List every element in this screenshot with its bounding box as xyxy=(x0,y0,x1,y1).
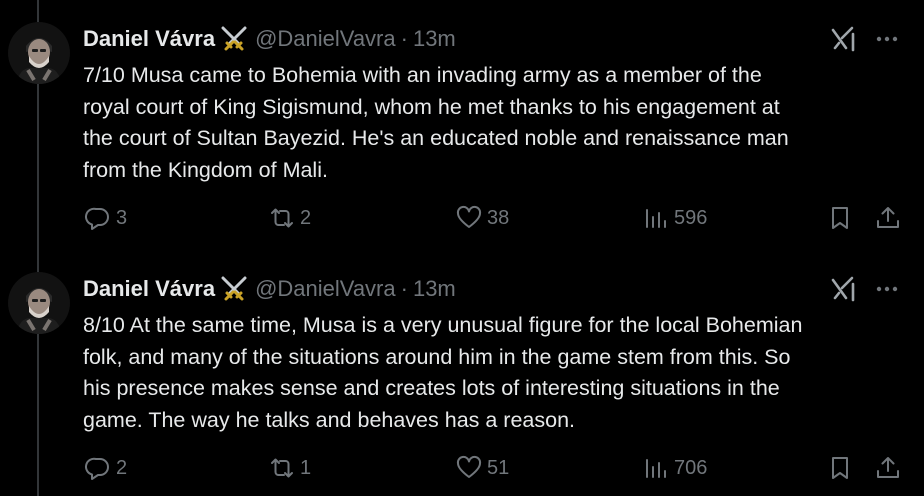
author-handle[interactable]: @DanielVavra xyxy=(255,26,396,52)
crossed-swords-icon xyxy=(219,276,249,302)
views-icon xyxy=(646,459,666,478)
like-button[interactable]: 38 xyxy=(455,200,509,236)
like-button[interactable]: 51 xyxy=(455,450,509,486)
share-icon xyxy=(877,207,899,228)
repost-icon xyxy=(271,208,293,228)
avatar[interactable] xyxy=(8,22,70,84)
tweet[interactable]: Daniel Vávra @DanielVavra · 13m 8/10 At … xyxy=(0,250,924,496)
bookmark-button[interactable] xyxy=(826,450,858,486)
avatar[interactable] xyxy=(8,272,70,334)
grok-icon[interactable] xyxy=(828,274,860,304)
crossed-swords-icon xyxy=(219,26,249,52)
tweet-header: Daniel Vávra @DanielVavra · 13m xyxy=(83,25,456,53)
repost-count: 2 xyxy=(300,206,312,229)
views-icon xyxy=(646,209,666,228)
views-button[interactable]: 706 xyxy=(642,450,707,486)
repost-count: 1 xyxy=(300,456,312,479)
more-icon[interactable] xyxy=(872,278,902,300)
timestamp[interactable]: 13m xyxy=(413,26,456,52)
repost-icon xyxy=(271,458,293,478)
repost-button[interactable]: 1 xyxy=(268,450,311,486)
tweet-text: 8/10 At the same time, Musa is a very un… xyxy=(83,313,803,432)
reply-button[interactable]: 2 xyxy=(84,450,127,486)
repost-button[interactable]: 2 xyxy=(268,200,311,236)
reply-icon xyxy=(85,457,109,480)
tweet-actions: 2 1 51 706 xyxy=(0,450,924,486)
timestamp[interactable]: 13m xyxy=(413,276,456,302)
author-name[interactable]: Daniel Vávra xyxy=(83,276,215,302)
grok-icon[interactable] xyxy=(828,24,860,54)
like-count: 38 xyxy=(487,206,510,229)
reply-icon xyxy=(85,207,109,230)
reply-count: 2 xyxy=(116,456,128,479)
heart-icon xyxy=(456,455,482,478)
share-button[interactable] xyxy=(874,450,906,486)
tweet[interactable]: Daniel Vávra @DanielVavra · 13m 7/10 Mus… xyxy=(0,0,924,250)
share-icon xyxy=(877,457,899,478)
views-button[interactable]: 596 xyxy=(642,200,707,236)
bookmark-icon xyxy=(832,457,848,479)
author-handle[interactable]: @DanielVavra xyxy=(255,276,396,302)
reply-button[interactable]: 3 xyxy=(84,200,127,236)
more-icon[interactable] xyxy=(872,28,902,50)
tweet-header: Daniel Vávra @DanielVavra · 13m xyxy=(83,275,456,303)
reply-count: 3 xyxy=(116,206,128,229)
bookmark-button[interactable] xyxy=(826,200,858,236)
view-count: 706 xyxy=(674,456,708,479)
tweet-text: 7/10 Musa came to Bohemia with an invadi… xyxy=(83,63,789,182)
bookmark-icon xyxy=(832,207,848,229)
separator-dot: · xyxy=(400,276,408,301)
author-name[interactable]: Daniel Vávra xyxy=(83,26,215,52)
tweet-actions: 3 2 38 596 xyxy=(0,200,924,236)
heart-icon xyxy=(456,205,482,228)
share-button[interactable] xyxy=(874,200,906,236)
separator-dot: · xyxy=(400,26,408,51)
view-count: 596 xyxy=(674,206,708,229)
like-count: 51 xyxy=(487,456,510,479)
